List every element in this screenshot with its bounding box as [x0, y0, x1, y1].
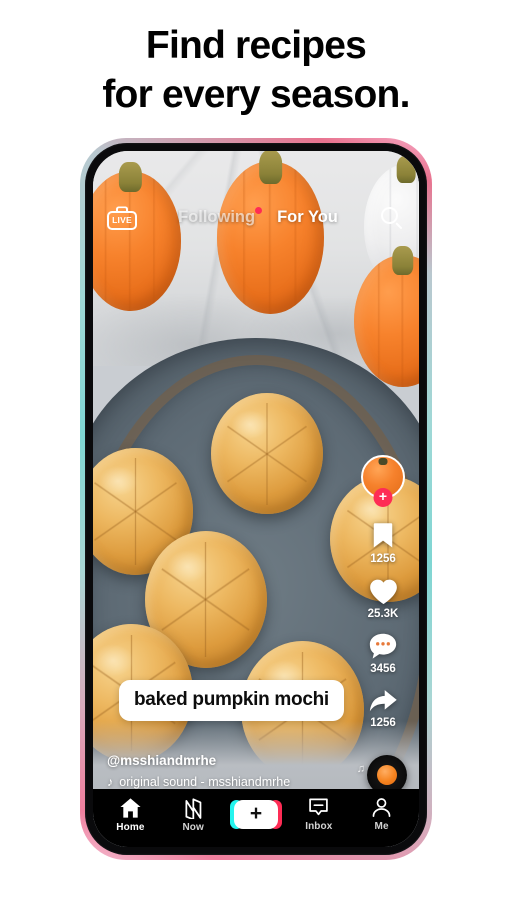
- live-tv-icon[interactable]: LIVE: [107, 205, 137, 230]
- live-label: LIVE: [107, 210, 137, 230]
- follow-button[interactable]: +: [373, 487, 393, 507]
- sound-label: original sound - msshiandmrhe: [119, 774, 291, 789]
- avatar-pumpkin-stem: [378, 457, 388, 465]
- video-caption: baked pumpkin mochi: [119, 679, 344, 721]
- tab-following[interactable]: Following: [178, 207, 263, 227]
- tab-inbox-label: Inbox: [305, 821, 333, 832]
- like-count: 25.3K: [367, 607, 399, 620]
- bookmark-action[interactable]: 1256: [369, 521, 397, 565]
- bookmark-icon: [373, 522, 393, 548]
- search-icon[interactable]: [379, 205, 405, 231]
- tab-for-you-label: For You: [277, 208, 338, 226]
- create-button-wrap: +: [229, 800, 282, 829]
- plus-glyph: +: [249, 802, 263, 825]
- home-icon: [120, 797, 141, 818]
- tab-following-label: Following: [178, 208, 256, 226]
- phone-bezel: LIVE Following For You + 1256 25.3K 3456…: [85, 142, 427, 855]
- tab-create[interactable]: +: [228, 800, 284, 829]
- notification-dot: [255, 207, 263, 214]
- search-ring: [381, 206, 398, 224]
- search-handle: [395, 221, 403, 230]
- tab-now-label: Now: [182, 821, 204, 833]
- pumpkin-stem: [119, 161, 142, 193]
- feed-tabs: Following For You: [137, 207, 379, 227]
- action-rail: + 1256 25.3K 3456 1256: [357, 454, 409, 739]
- tab-me-label: Me: [374, 821, 389, 832]
- comment-action[interactable]: 3456: [368, 632, 398, 675]
- phone-mockup: LIVE Following For You + 1256 25.3K 3456…: [80, 137, 432, 860]
- headline-line-2: for every season.: [102, 72, 410, 116]
- page-title: Find recipes for every season.: [26, 22, 486, 120]
- app-store-screenshot: Find recipes for every season. LIVE Foll…: [0, 0, 512, 910]
- video-meta: @msshiandmrhe ♪ original sound - msshian…: [107, 753, 349, 789]
- music-note-icon: ♪: [107, 774, 114, 789]
- like-action[interactable]: 25.3K: [368, 577, 399, 620]
- heart-icon: [369, 579, 397, 604]
- now-icon: [185, 797, 202, 819]
- share-action[interactable]: 1256: [367, 687, 399, 729]
- share-count: 1256: [370, 716, 396, 729]
- inbox-icon: [309, 798, 329, 816]
- tab-inbox[interactable]: Inbox: [291, 797, 347, 832]
- pumpkin-stem: [258, 150, 283, 184]
- top-navigation: LIVE Following For You: [93, 203, 419, 233]
- tab-me[interactable]: Me: [354, 797, 410, 832]
- profile-icon: [372, 798, 391, 817]
- comment-icon: [369, 633, 397, 659]
- tab-home-label: Home: [116, 821, 145, 833]
- create-plus-icon[interactable]: +: [229, 800, 282, 829]
- bun: [211, 393, 323, 515]
- tab-now[interactable]: Now: [165, 797, 221, 833]
- pumpkin-stem: [391, 245, 414, 275]
- record-center: [377, 764, 397, 785]
- video-username[interactable]: @msshiandmrhe: [107, 753, 349, 768]
- tab-home[interactable]: Home: [102, 797, 158, 833]
- phone-screen: LIVE Following For You + 1256 25.3K 3456…: [93, 150, 419, 847]
- bookmark-count: 1256: [370, 552, 396, 565]
- comment-count: 3456: [370, 662, 396, 675]
- avatar[interactable]: +: [361, 454, 405, 507]
- pumpkin-stem: [396, 155, 416, 184]
- video-sound[interactable]: ♪ original sound - msshiandmrhe: [107, 775, 349, 789]
- share-icon: [369, 689, 397, 711]
- music-notes-icon: ♫: [356, 762, 365, 775]
- tab-for-you[interactable]: For You: [277, 208, 338, 227]
- decor-pumpkin-center: [216, 150, 325, 315]
- headline-line-1: Find recipes: [145, 24, 367, 67]
- bottom-tab-bar: Home Now + Inbox Me: [93, 788, 419, 847]
